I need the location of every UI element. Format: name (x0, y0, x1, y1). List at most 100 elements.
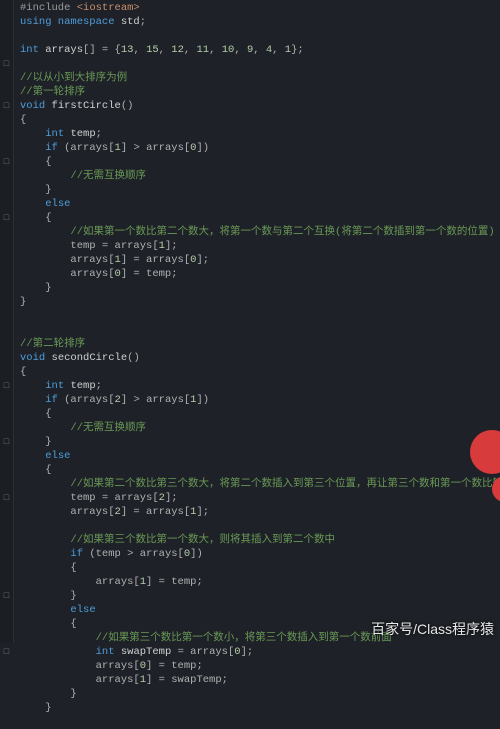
code-line[interactable]: temp = arrays[2]; (20, 491, 500, 505)
code-line[interactable] (20, 519, 500, 533)
fold-gutter[interactable]: □□□□□□□□□ (0, 0, 14, 643)
code-line[interactable]: } (20, 435, 500, 449)
code-token: if (45, 394, 64, 406)
fold-mark[interactable]: □ (0, 589, 13, 603)
code-line[interactable] (20, 57, 500, 71)
code-token: //无需互换顺序 (70, 422, 146, 434)
code-token: if (45, 142, 64, 154)
code-line[interactable]: arrays[2] = arrays[1]; (20, 505, 500, 519)
code-line[interactable]: arrays[0] = temp; (20, 659, 500, 673)
code-line[interactable]: void firstCircle() (20, 99, 500, 113)
code-line[interactable]: #include <iostream> (20, 1, 500, 15)
code-line[interactable]: int swapTemp = arrays[0]; (20, 645, 500, 659)
code-line[interactable]: int temp; (20, 127, 500, 141)
fold-mark[interactable]: □ (0, 99, 13, 113)
code-line[interactable]: //如果第二个数比第三个数大，将第二个数插入到第三个位置，再让第三个数和第一个数… (20, 477, 500, 491)
code-token: (arrays[ (64, 394, 114, 406)
code-line[interactable]: //第一轮排序 (20, 85, 500, 99)
code-token: int (20, 44, 45, 56)
code-line[interactable] (20, 323, 500, 337)
code-line[interactable]: void secondCircle() (20, 351, 500, 365)
code-line[interactable]: //第二轮排序 (20, 337, 500, 351)
code-token: firstCircle (52, 100, 121, 112)
code-token: arrays[ (20, 674, 140, 686)
fold-mark[interactable]: □ (0, 379, 13, 393)
fold-mark (0, 659, 13, 673)
code-token: { (20, 156, 52, 168)
fold-mark (0, 127, 13, 141)
code-line[interactable]: } (20, 589, 500, 603)
code-line[interactable]: arrays[1] = temp; (20, 575, 500, 589)
code-token: 12 (171, 44, 184, 56)
code-line[interactable]: } (20, 687, 500, 701)
fold-mark[interactable]: □ (0, 491, 13, 505)
code-line[interactable]: arrays[1] = swapTemp; (20, 673, 500, 687)
code-line[interactable]: { (20, 211, 500, 225)
code-token: std (121, 16, 140, 28)
code-line[interactable]: int temp; (20, 379, 500, 393)
code-line[interactable] (20, 29, 500, 43)
code-token (20, 198, 45, 210)
code-token: , (234, 44, 247, 56)
code-line[interactable]: //以从小到大排序为例 (20, 71, 500, 85)
code-line[interactable]: else (20, 197, 500, 211)
code-line[interactable] (20, 309, 500, 323)
code-token: { (20, 114, 26, 126)
code-line[interactable]: } (20, 183, 500, 197)
fold-mark (0, 407, 13, 421)
fold-mark (0, 603, 13, 617)
code-line[interactable]: } (20, 701, 500, 715)
code-line[interactable]: if (arrays[1] > arrays[0]) (20, 141, 500, 155)
code-token: //如果第二个数比第三个数大，将第二个数插入到第三个位置，再让第三个数和第一个数… (70, 478, 500, 490)
code-line[interactable]: { (20, 407, 500, 421)
code-line[interactable]: else (20, 603, 500, 617)
code-token: 10 (222, 44, 235, 56)
code-token: 13 (121, 44, 134, 56)
code-token: } (20, 436, 52, 448)
code-area[interactable]: #include <iostream>using namespace std; … (14, 0, 500, 643)
code-token: arrays[ (20, 268, 115, 280)
fold-mark (0, 617, 13, 631)
code-line[interactable]: using namespace std; (20, 15, 500, 29)
fold-mark (0, 295, 13, 309)
code-line[interactable]: int arrays[] = {13, 15, 12, 11, 10, 9, 4… (20, 43, 500, 57)
fold-mark[interactable]: □ (0, 211, 13, 225)
code-token: }; (291, 44, 304, 56)
code-line[interactable]: if (temp > arrays[0]) (20, 547, 500, 561)
code-token: ] = temp; (146, 660, 203, 672)
code-line[interactable]: { (20, 365, 500, 379)
code-line[interactable]: } (20, 295, 500, 309)
fold-mark (0, 393, 13, 407)
fold-mark (0, 337, 13, 351)
fold-mark[interactable]: □ (0, 435, 13, 449)
code-line[interactable]: //如果第一个数比第二个数大，将第一个数与第二个互换(将第二个数插到第一个数的位… (20, 225, 500, 239)
fold-mark (0, 323, 13, 337)
code-token (20, 478, 70, 490)
fold-mark (0, 225, 13, 239)
code-line[interactable]: arrays[1] = arrays[0]; (20, 253, 500, 267)
code-token: //如果第三个数比第一个数小，将第三个数插入到第一个数前面 (96, 632, 392, 644)
code-line[interactable]: temp = arrays[1]; (20, 239, 500, 253)
code-line[interactable]: if (arrays[2] > arrays[1]) (20, 393, 500, 407)
code-line[interactable]: { (20, 155, 500, 169)
code-token: ; (96, 128, 102, 140)
code-line[interactable]: { (20, 463, 500, 477)
code-line[interactable]: arrays[0] = temp; (20, 267, 500, 281)
code-line[interactable]: } (20, 281, 500, 295)
code-token: , (272, 44, 285, 56)
code-token: int (45, 380, 70, 392)
code-line[interactable]: { (20, 561, 500, 575)
fold-mark[interactable]: □ (0, 155, 13, 169)
code-token: } (20, 688, 77, 700)
code-line[interactable]: { (20, 113, 500, 127)
code-token (20, 646, 96, 658)
code-token: //如果第三个数比第一个数大，则将其插入到第二个数中 (70, 534, 335, 546)
code-line[interactable]: //无需互换顺序 (20, 169, 500, 183)
code-line[interactable]: else (20, 449, 500, 463)
code-token: ; (140, 16, 146, 28)
code-token: { (20, 562, 77, 574)
code-line[interactable]: //如果第三个数比第一个数大，则将其插入到第二个数中 (20, 533, 500, 547)
fold-mark[interactable]: □ (0, 57, 13, 71)
fold-mark[interactable]: □ (0, 645, 13, 659)
code-line[interactable]: //无需互换顺序 (20, 421, 500, 435)
